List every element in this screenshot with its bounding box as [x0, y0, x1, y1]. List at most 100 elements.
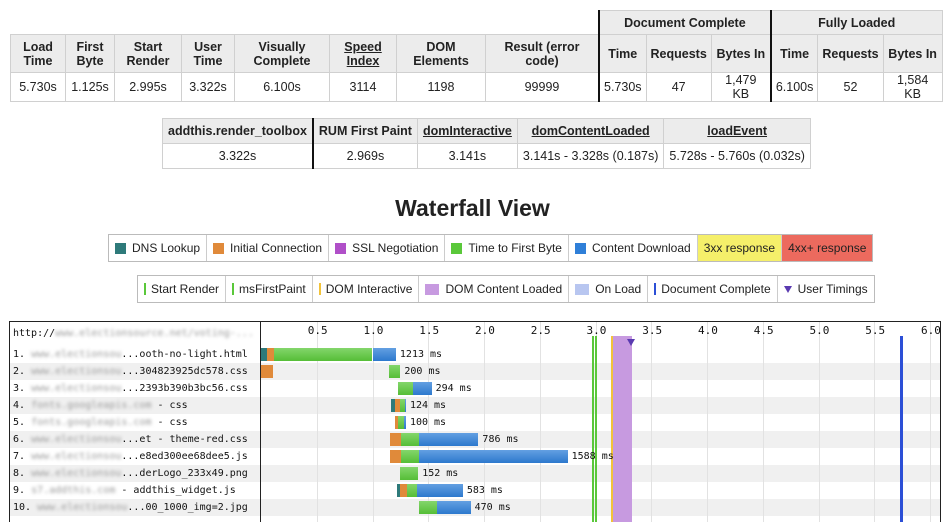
val-load-event: 5.728s - 5.760s (0.032s): [663, 143, 811, 169]
legend-swatch: [335, 242, 347, 254]
request-timing-bar: [266, 348, 275, 361]
dom-interactive-line: [611, 336, 614, 522]
hdr-render-toolbox: addthis.render_toolbox: [161, 118, 314, 144]
dom-content-loaded-link[interactable]: domContentLoaded: [532, 124, 650, 138]
request-url[interactable]: 9. s7.addthis.com - addthis_widget.js: [13, 482, 236, 499]
request-url[interactable]: 4. fonts.googleapis.com - css: [13, 397, 188, 414]
grid-line: [762, 322, 764, 522]
request-url[interactable]: 7. www.electionsou...e8ed300ee68dee5.js: [13, 448, 248, 465]
hdr-doc-bytes: Bytes In: [710, 34, 772, 73]
time-tick-label: 0.5: [307, 324, 328, 337]
request-timing-bar: [390, 450, 402, 463]
request-number: 2.: [13, 366, 32, 377]
group-document-complete: Document Complete: [598, 10, 772, 35]
request-duration-label: 1213 ms: [399, 349, 443, 360]
request-host: www.electionsou: [37, 502, 128, 513]
start-render-line: [594, 336, 597, 522]
request-url[interactable]: 1. www.electionsou...ooth-no-light.html: [13, 346, 248, 363]
request-path: ...derLogo_233x49.png: [121, 468, 248, 479]
request-duration-label: 124 ms: [409, 400, 447, 411]
val-render-toolbox: 3.322s: [161, 143, 314, 169]
request-timing-bar: [400, 467, 419, 480]
request-timing-bar: [417, 484, 463, 497]
legend-swatch: [451, 242, 463, 254]
val-full-bytes: 1,584 KB: [882, 72, 943, 102]
legend-label: On Load: [595, 282, 642, 296]
val-rum-first-paint: 2.969s: [311, 143, 418, 169]
val-start-render: 2.995s: [114, 72, 182, 102]
legend-event-3: DOM Content Loaded: [419, 276, 570, 302]
request-path: ...304823925dc578.css: [121, 366, 248, 377]
request-legend: DNS Lookup Initial Connection SSL Negotiat…: [108, 234, 874, 262]
request-timing-bar: [261, 365, 274, 378]
legend-event-0: Start Render: [138, 276, 227, 302]
request-path: - css: [151, 400, 188, 411]
request-url[interactable]: 2. www.electionsou...304823925dc578.css: [13, 363, 248, 380]
request-duration-label: 152 ms: [422, 468, 459, 479]
summary-corner: [10, 10, 599, 35]
request-number: 7.: [13, 451, 32, 462]
grid-line: [707, 322, 708, 522]
request-url[interactable]: 8. www.electionsou...derLogo_233x49.png: [13, 465, 248, 482]
request-duration-label: 200 ms: [404, 366, 441, 377]
legend-event-5: Document Complete: [648, 276, 778, 302]
legend-label: SSL Negotiation: [352, 241, 439, 255]
legend-event-6: User Timings: [778, 276, 874, 302]
waterfall-chart: http://www.electionsource.net/voting-...…: [9, 321, 941, 522]
request-url[interactable]: 3. www.electionsou...2393b390b3bc56.css: [13, 380, 248, 397]
val-dom-elements: 1198: [396, 72, 486, 102]
hdr-speed-index[interactable]: Speed Index: [329, 34, 397, 73]
request-host: www.electionsou: [31, 349, 122, 360]
timing-table: addthis.render_toolbox RUM First Paint d…: [161, 118, 811, 169]
document-complete-line: [899, 336, 903, 522]
legend-line-marker: [144, 283, 146, 295]
legend-swatch: [115, 242, 126, 254]
val-full-time: 6.100s: [769, 72, 819, 102]
val-doc-bytes: 1,479 KB: [710, 72, 772, 102]
request-path: ...ooth-no-light.html: [121, 349, 248, 360]
load-event-link[interactable]: loadEvent: [707, 124, 767, 138]
request-url[interactable]: 6. www.electionsou...et - theme-red.css: [13, 431, 248, 448]
hdr-dom-interactive[interactable]: domInteractive: [416, 118, 518, 144]
time-tick-label: 5.5: [865, 324, 886, 337]
hdr-load-event[interactable]: loadEvent: [663, 118, 811, 144]
legend-label: Start Render: [151, 282, 220, 296]
legend-swatch: [574, 242, 586, 254]
legend-label: DOM Interactive: [325, 282, 413, 296]
dom-interactive-link[interactable]: domInteractive: [423, 124, 512, 138]
legend-item-2: SSL Negotiation: [329, 235, 446, 261]
legend-box-marker: [575, 283, 590, 295]
time-tick-label: 1.0: [363, 324, 384, 337]
request-duration-label: 470 ms: [474, 502, 511, 513]
hdr-first-byte: First Byte: [65, 34, 115, 73]
request-url[interactable]: 10. www.electionsou...00_1000_img=2.jpg: [13, 499, 248, 516]
page-url-blurred: www.electionsource.net/voting-...: [55, 328, 254, 339]
request-host: www.electionsou: [31, 383, 122, 394]
grid-line: [930, 322, 931, 522]
legend-item-0: DNS Lookup: [109, 235, 208, 261]
request-timing-bar: [401, 433, 420, 446]
legend-box-marker: [425, 283, 440, 295]
request-host: s7.addthis.com: [31, 485, 116, 496]
request-timing-bar: [398, 382, 413, 395]
hdr-load-time: Load Time: [10, 34, 66, 73]
request-host: fonts.googleapis.com: [31, 417, 152, 428]
hdr-user-time: User Time: [181, 34, 235, 73]
request-duration-label: 583 ms: [466, 485, 503, 496]
hdr-start-render: Start Render: [114, 34, 182, 73]
request-timing-bar: [400, 484, 408, 497]
hdr-full-bytes: Bytes In: [882, 34, 943, 73]
request-duration-label: 294 ms: [435, 383, 472, 394]
speed-index-link[interactable]: Speed Index: [344, 40, 382, 68]
request-host: fonts.googleapis.com: [31, 400, 152, 411]
request-path: - css: [151, 417, 188, 428]
val-load-time: 5.730s: [10, 72, 66, 102]
legend-swatch: [213, 242, 225, 254]
val-result: 99999: [485, 72, 600, 102]
legend-item-4: Content Download: [569, 235, 698, 261]
request-url[interactable]: 5. fonts.googleapis.com - css: [13, 414, 188, 431]
hdr-dom-content-loaded[interactable]: domContentLoaded: [516, 118, 665, 144]
group-fully-loaded: Fully Loaded: [769, 10, 943, 35]
dom-content-loaded-band: [611, 336, 633, 522]
request-path: ...et - theme-red.css: [121, 434, 248, 445]
